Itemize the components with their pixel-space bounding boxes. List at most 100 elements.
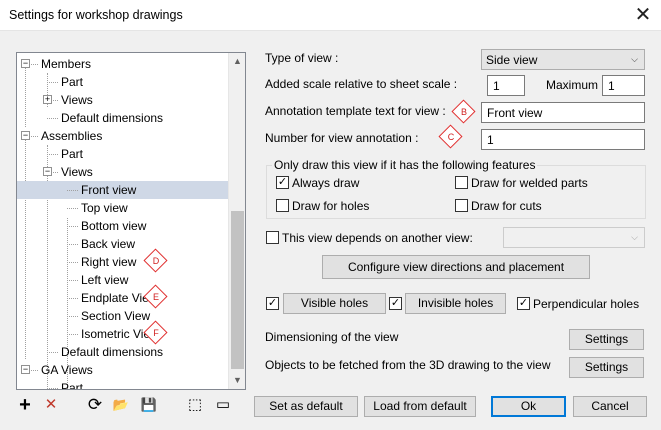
type-of-view-value: Side view: [486, 53, 538, 67]
collapse-icon[interactable]: −: [21, 365, 30, 374]
tree-item[interactable]: − Members: [17, 55, 228, 73]
scroll-down-icon[interactable]: ▼: [229, 372, 246, 389]
scale-value: 1: [493, 79, 500, 93]
tree-connector: [67, 208, 78, 209]
marker-f-label: F: [153, 328, 159, 338]
tree-item[interactable]: − GA Views: [17, 361, 228, 379]
tree-item-label: Bottom view: [81, 219, 147, 233]
collapse-icon[interactable]: −: [21, 59, 30, 68]
draw-cuts-checkbox[interactable]: [455, 199, 468, 212]
objects-label: Objects to be fetched from the 3D drawin…: [265, 358, 551, 372]
perpendicular-holes-label: Perpendicular holes: [533, 297, 640, 311]
draw-welded-checkbox[interactable]: [455, 176, 468, 189]
scroll-track-upper[interactable]: [231, 70, 244, 210]
draw-holes-checkbox[interactable]: [276, 199, 289, 212]
maximum-input[interactable]: 1: [602, 75, 645, 96]
set-default-button[interactable]: Set as default: [254, 396, 358, 417]
tree-item[interactable]: Default dimensions: [17, 109, 228, 127]
tree-item[interactable]: Right view D: [17, 248, 228, 273]
tree-item-label: Part: [61, 147, 84, 161]
tree-connector: [67, 190, 78, 191]
perpendicular-holes-checkbox[interactable]: ✓: [517, 297, 530, 310]
tree-item[interactable]: Part: [17, 145, 228, 163]
ok-button[interactable]: Ok: [491, 396, 566, 417]
tree-item[interactable]: Front view: [17, 181, 228, 199]
number-value: 1: [487, 133, 494, 147]
window-title: Settings for workshop drawings: [9, 8, 183, 22]
type-of-view-select[interactable]: Side view ⌵: [481, 49, 645, 70]
maximum-value: 1: [608, 79, 615, 93]
tree-item[interactable]: + Views: [17, 91, 228, 109]
collapse-icon[interactable]: −: [43, 167, 52, 176]
tree-item[interactable]: − Assemblies: [17, 127, 228, 145]
tree-item[interactable]: Part: [17, 73, 228, 91]
tree-item-label: Views: [61, 165, 93, 179]
tree-item-label: Back view: [81, 237, 136, 251]
tree-item[interactable]: − Views: [17, 163, 228, 181]
invisible-holes-checkbox[interactable]: ✓: [389, 297, 402, 310]
type-of-view-label: Type of view :: [265, 51, 339, 65]
tree-connector: [47, 154, 58, 155]
objects-settings-button[interactable]: Settings: [569, 357, 644, 378]
tree-scrollbar[interactable]: ▲ ▼: [228, 53, 245, 389]
tree-item[interactable]: Back view: [17, 235, 228, 253]
tree-connector: [67, 280, 78, 281]
load-default-button[interactable]: Load from default: [364, 396, 476, 417]
close-icon[interactable]: ✕: [630, 2, 656, 28]
dimensioning-settings-button[interactable]: Settings: [569, 329, 644, 350]
save-icon[interactable]: 💾: [140, 397, 158, 415]
maximum-label: Maximum :: [546, 78, 605, 92]
open-folder-icon[interactable]: 📂: [112, 397, 130, 415]
draw-welded-label: Draw for welded parts: [471, 176, 588, 190]
scale-input[interactable]: 1: [487, 75, 525, 96]
annotation-label: Annotation template text for view :: [265, 104, 446, 118]
tree-item[interactable]: Endplate View E: [17, 284, 228, 309]
tree-item[interactable]: Part: [17, 379, 228, 389]
tree-item-label: Views: [61, 93, 93, 107]
tree-item-label: Top view: [81, 201, 128, 215]
comment-icon[interactable]: ▭: [214, 397, 232, 415]
tree-item-label: Left view: [81, 273, 129, 287]
cancel-button[interactable]: Cancel: [573, 396, 647, 417]
marker-e-label: E: [152, 292, 159, 302]
tree-item[interactable]: Section View: [17, 307, 228, 325]
depends-checkbox[interactable]: [266, 231, 279, 244]
select-object-icon[interactable]: ⬚: [186, 397, 204, 415]
tree-item[interactable]: Default dimensions: [17, 343, 228, 361]
tree-item[interactable]: Left view: [17, 271, 228, 289]
tree-content: − Members Part + Views Default dimensions − Ass…: [17, 53, 228, 389]
collapse-icon[interactable]: −: [21, 131, 30, 140]
number-label: Number for view annotation :: [265, 131, 419, 145]
tree-item[interactable]: Top view: [17, 199, 228, 217]
tree-connector: [47, 352, 58, 353]
visible-holes-button[interactable]: Visible holes: [283, 293, 386, 314]
expand-icon[interactable]: +: [43, 95, 52, 104]
tree-item[interactable]: Bottom view: [17, 217, 228, 235]
tree-connector: [67, 244, 78, 245]
scale-label: Added scale relative to sheet scale :: [265, 77, 458, 91]
refresh-icon[interactable]: ⟳: [86, 396, 104, 415]
tree-item[interactable]: Isometric View F: [17, 320, 228, 345]
features-group-label: Only draw this view if it has the follow…: [272, 158, 538, 172]
always-draw-label: Always draw: [292, 176, 360, 190]
scroll-up-icon[interactable]: ▲: [229, 53, 246, 70]
tree-item-label: Assemblies: [41, 129, 103, 143]
visible-holes-checkbox[interactable]: ✓: [266, 297, 279, 310]
marker-d-label: D: [152, 256, 160, 266]
settings-tree[interactable]: − Members Part + Views Default dimensions − Ass…: [16, 52, 246, 390]
depends-select[interactable]: ⌵: [503, 227, 645, 248]
tree-item-label: Section View: [81, 309, 151, 323]
invisible-holes-button[interactable]: Invisible holes: [405, 293, 506, 314]
tree-item-label: Right view: [81, 255, 137, 269]
annotation-input[interactable]: Front view: [481, 102, 645, 123]
chevron-down-icon: ⌵: [631, 54, 638, 64]
chevron-down-icon: ⌵: [631, 232, 638, 242]
always-draw-checkbox[interactable]: ✓: [276, 176, 289, 189]
scroll-thumb[interactable]: [231, 211, 244, 369]
tree-connector: [67, 316, 78, 317]
configure-button[interactable]: Configure view directions and placement: [322, 255, 590, 279]
number-input[interactable]: 1: [481, 129, 645, 150]
add-icon[interactable]: +: [16, 395, 34, 415]
delete-icon[interactable]: ✕: [42, 397, 60, 415]
draw-cuts-label: Draw for cuts: [471, 199, 542, 213]
